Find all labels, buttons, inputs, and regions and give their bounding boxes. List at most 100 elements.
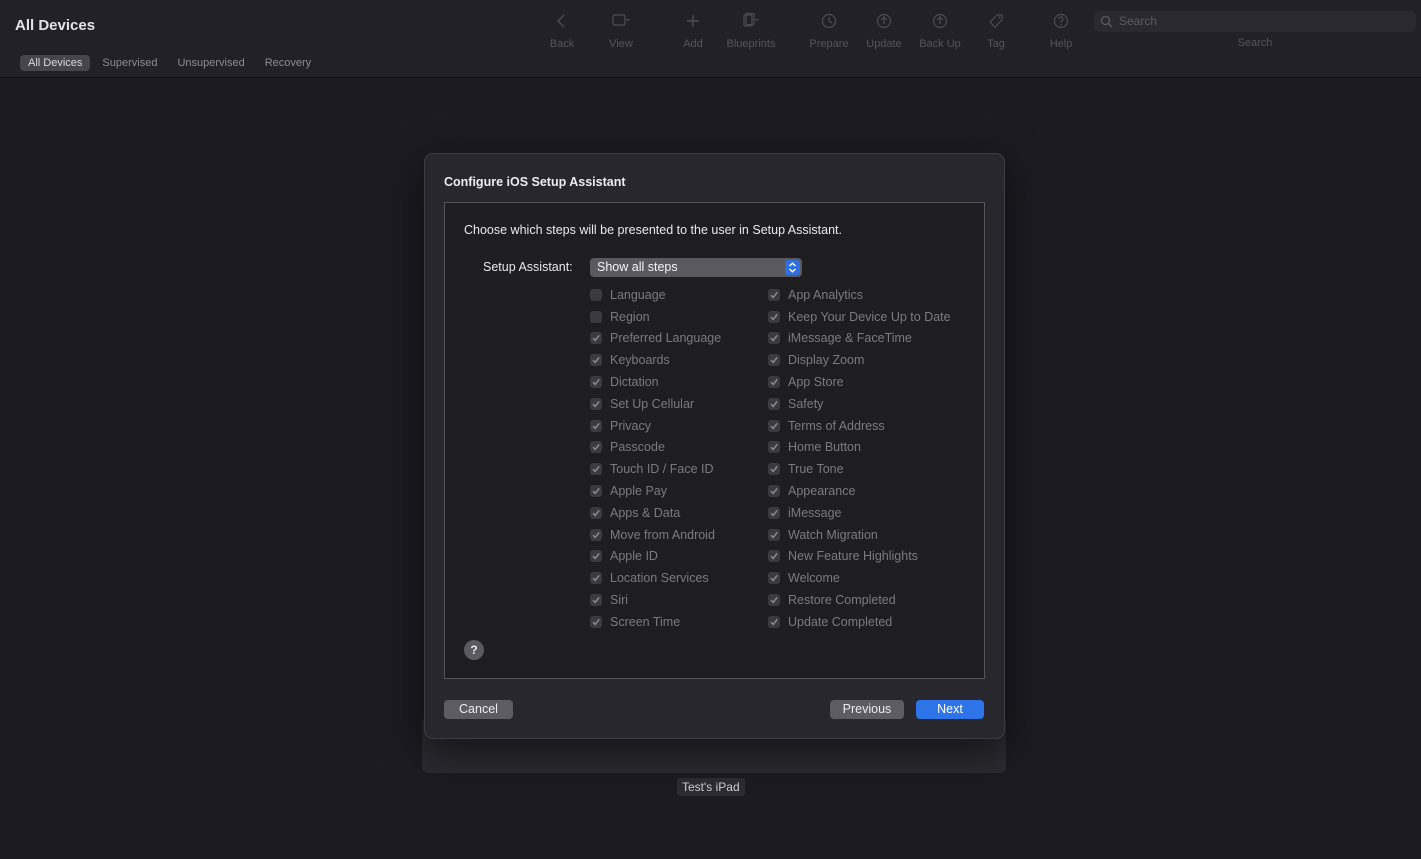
- tab-unsupervised[interactable]: Unsupervised: [169, 55, 252, 71]
- checkbox[interactable]: [590, 463, 602, 476]
- checkbox[interactable]: [768, 550, 780, 563]
- step-option-screen-time[interactable]: Screen Time: [590, 611, 721, 633]
- step-option-move-from-android[interactable]: Move from Android: [590, 524, 721, 546]
- checkbox[interactable]: [768, 572, 780, 585]
- cancel-button[interactable]: Cancel: [444, 700, 513, 719]
- options-panel: Choose which steps will be presented to …: [444, 202, 985, 679]
- checkbox[interactable]: [768, 594, 780, 607]
- tab-recovery[interactable]: Recovery: [257, 55, 319, 71]
- step-option-apple-id[interactable]: Apple ID: [590, 546, 721, 568]
- back-button[interactable]: Back: [532, 12, 592, 50]
- add-button[interactable]: Add: [663, 12, 723, 50]
- checkbox[interactable]: [590, 572, 602, 585]
- step-option-label: Restore Completed: [788, 593, 896, 608]
- step-option-imessage-facetime[interactable]: iMessage & FaceTime: [768, 328, 951, 350]
- checkbox[interactable]: [590, 594, 602, 607]
- checkbox[interactable]: [768, 288, 780, 301]
- step-option-keyboards[interactable]: Keyboards: [590, 349, 721, 371]
- step-option-update-completed[interactable]: Update Completed: [768, 611, 951, 633]
- step-option-apple-pay[interactable]: Apple Pay: [590, 480, 721, 502]
- step-option-label: Home Button: [788, 440, 861, 455]
- step-option-passcode[interactable]: Passcode: [590, 437, 721, 459]
- help-button[interactable]: ?: [464, 640, 484, 660]
- checkbox[interactable]: [768, 354, 780, 367]
- checkbox[interactable]: [590, 485, 602, 498]
- next-button[interactable]: Next: [916, 700, 984, 719]
- checkbox[interactable]: [590, 288, 602, 301]
- step-option-label: Set Up Cellular: [610, 396, 695, 411]
- update-button[interactable]: Update: [854, 12, 914, 50]
- checkbox[interactable]: [590, 397, 602, 410]
- step-option-preferred-language[interactable]: Preferred Language: [590, 328, 721, 350]
- help-icon: [1053, 13, 1069, 29]
- step-option-welcome[interactable]: Welcome: [768, 567, 951, 589]
- step-option-app-store[interactable]: App Store: [768, 371, 951, 393]
- step-option-safety[interactable]: Safety: [768, 393, 951, 415]
- step-option-watch-migration[interactable]: Watch Migration: [768, 524, 951, 546]
- step-option-privacy[interactable]: Privacy: [590, 415, 721, 437]
- prepare-button[interactable]: Prepare: [799, 12, 859, 50]
- checkmark-icon: [592, 487, 600, 495]
- checkbox[interactable]: [590, 310, 602, 323]
- tag-button[interactable]: Tag: [966, 12, 1026, 50]
- step-option-label: New Feature Highlights: [788, 549, 918, 564]
- checkbox[interactable]: [768, 419, 780, 432]
- checkbox[interactable]: [768, 506, 780, 519]
- step-option-touch-id-face-id[interactable]: Touch ID / Face ID: [590, 458, 721, 480]
- checkbox[interactable]: [590, 376, 602, 389]
- help-toolbar-button[interactable]: Help: [1031, 12, 1091, 50]
- search-input[interactable]: Search: [1094, 11, 1416, 32]
- step-option-keep-your-device-up-to-date[interactable]: Keep Your Device Up to Date: [768, 306, 951, 328]
- step-option-imessage[interactable]: iMessage: [768, 502, 951, 524]
- prepare-label: Prepare: [809, 38, 849, 50]
- blueprints-button[interactable]: Blueprints: [721, 12, 781, 50]
- checkbox[interactable]: [590, 419, 602, 432]
- checkbox[interactable]: [768, 463, 780, 476]
- checkbox[interactable]: [590, 332, 602, 345]
- checkbox[interactable]: [768, 485, 780, 498]
- step-option-dictation[interactable]: Dictation: [590, 371, 721, 393]
- step-option-label: Safety: [788, 396, 824, 411]
- checkbox[interactable]: [768, 332, 780, 345]
- checkbox[interactable]: [768, 397, 780, 410]
- step-option-siri[interactable]: Siri: [590, 589, 721, 611]
- checkbox[interactable]: [590, 441, 602, 454]
- checkbox[interactable]: [768, 310, 780, 323]
- view-button[interactable]: View: [591, 12, 651, 50]
- step-option-display-zoom[interactable]: Display Zoom: [768, 349, 951, 371]
- setup-assistant-select[interactable]: Show all steps: [590, 258, 802, 277]
- checkbox[interactable]: [768, 615, 780, 628]
- checkbox[interactable]: [768, 441, 780, 454]
- checkbox[interactable]: [768, 376, 780, 389]
- checkbox[interactable]: [590, 550, 602, 563]
- step-option-label: iMessage & FaceTime: [788, 331, 912, 346]
- checkbox[interactable]: [590, 354, 602, 367]
- step-option-set-up-cellular[interactable]: Set Up Cellular: [590, 393, 721, 415]
- tab-supervised[interactable]: Supervised: [94, 55, 165, 71]
- back-label: Back: [549, 38, 575, 50]
- previous-button[interactable]: Previous: [830, 700, 904, 719]
- checkmark-icon: [770, 313, 778, 321]
- checkmark-icon: [592, 596, 600, 604]
- step-option-apps-data[interactable]: Apps & Data: [590, 502, 721, 524]
- checkbox[interactable]: [590, 506, 602, 519]
- step-option-home-button[interactable]: Home Button: [768, 437, 951, 459]
- step-option-terms-of-address[interactable]: Terms of Address: [768, 415, 951, 437]
- step-option-appearance[interactable]: Appearance: [768, 480, 951, 502]
- backup-button[interactable]: Back Up: [910, 12, 970, 50]
- step-option-language[interactable]: Language: [590, 284, 721, 306]
- step-option-label: Screen Time: [610, 614, 681, 629]
- step-option-restore-completed[interactable]: Restore Completed: [768, 589, 951, 611]
- tab-all-devices[interactable]: All Devices: [20, 55, 91, 71]
- step-option-location-services[interactable]: Location Services: [590, 567, 721, 589]
- step-option-region[interactable]: Region: [590, 306, 721, 328]
- step-option-label: True Tone: [788, 462, 844, 477]
- step-option-label: Preferred Language: [610, 331, 722, 346]
- checkbox[interactable]: [590, 615, 602, 628]
- step-option-app-analytics[interactable]: App Analytics: [768, 284, 951, 306]
- checkbox[interactable]: [768, 528, 780, 541]
- step-option-true-tone[interactable]: True Tone: [768, 458, 951, 480]
- step-option-new-feature-highlights[interactable]: New Feature Highlights: [768, 546, 951, 568]
- view-icon: [612, 14, 630, 26]
- checkbox[interactable]: [590, 528, 602, 541]
